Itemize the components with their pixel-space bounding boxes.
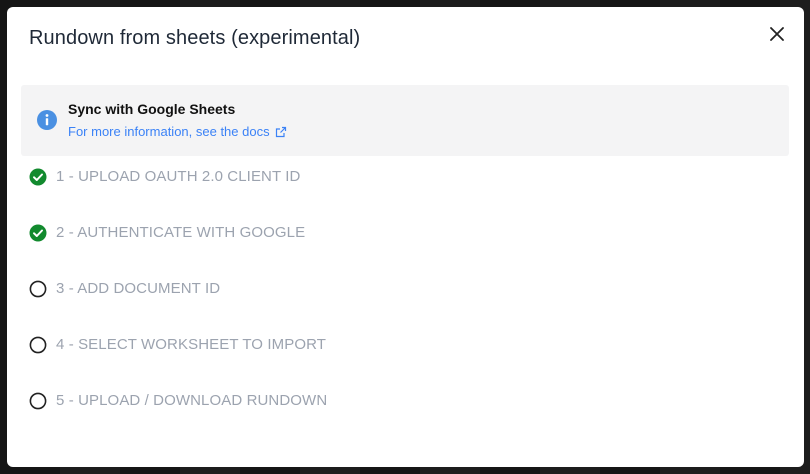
docs-link[interactable]: For more information, see the docs: [68, 124, 287, 139]
step-item[interactable]: 4 - SELECT WORKSHEET TO IMPORT: [29, 333, 729, 389]
modal-title: Rundown from sheets (experimental): [29, 27, 361, 49]
info-icon: [37, 110, 57, 130]
step-label: 4 - SELECT WORKSHEET TO IMPORT: [56, 336, 327, 353]
step-label: 2 - AUTHENTICATE WITH GOOGLE: [56, 224, 306, 241]
step-list: 1 - UPLOAD OAUTH 2.0 CLIENT ID 2 - AUTHE…: [29, 165, 729, 445]
step-item[interactable]: 1 - UPLOAD OAUTH 2.0 CLIENT ID: [29, 165, 729, 221]
empty-circle-icon: [29, 392, 47, 410]
sheets-modal: Rundown from sheets (experimental) Sync …: [7, 7, 804, 467]
check-circle-icon: [29, 168, 47, 186]
step-item[interactable]: 3 - ADD DOCUMENT ID: [29, 277, 729, 333]
check-circle-icon: [29, 224, 47, 242]
info-callout: Sync with Google Sheets For more informa…: [21, 85, 789, 156]
close-icon: [770, 27, 784, 41]
step-item[interactable]: 2 - AUTHENTICATE WITH GOOGLE: [29, 221, 729, 277]
external-link-icon: [275, 126, 286, 137]
close-button[interactable]: [764, 21, 790, 47]
step-label: 3 - ADD DOCUMENT ID: [56, 280, 221, 297]
step-label: 5 - UPLOAD / DOWNLOAD RUNDOWN: [56, 392, 328, 409]
empty-circle-icon: [29, 280, 47, 298]
callout-title: Sync with Google Sheets: [68, 101, 236, 117]
docs-link-label: For more information, see the docs: [68, 124, 270, 139]
empty-circle-icon: [29, 336, 47, 354]
step-item[interactable]: 5 - UPLOAD / DOWNLOAD RUNDOWN: [29, 389, 729, 445]
step-label: 1 - UPLOAD OAUTH 2.0 CLIENT ID: [56, 168, 301, 185]
